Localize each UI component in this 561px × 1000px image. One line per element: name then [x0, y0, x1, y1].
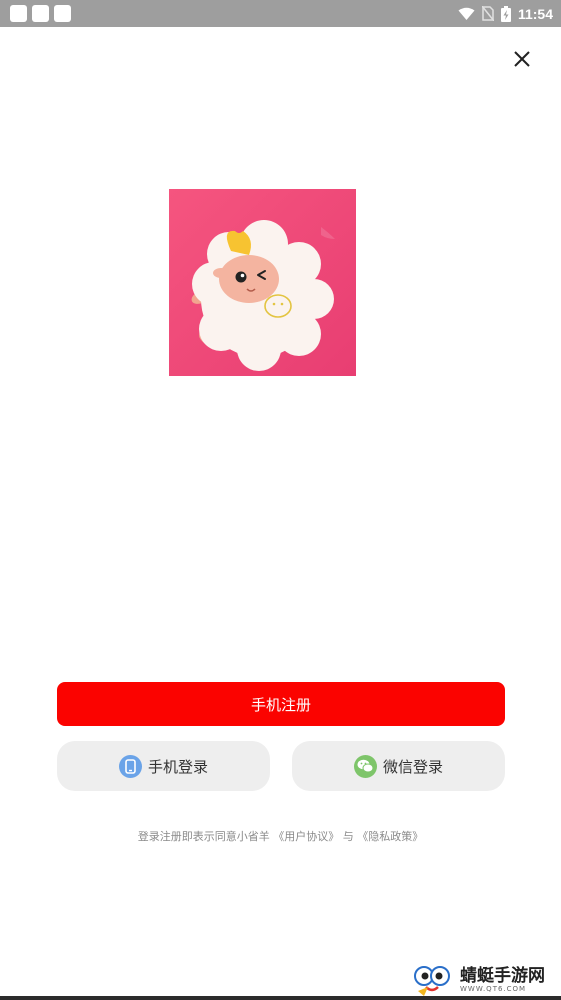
wifi-icon — [458, 7, 475, 20]
watermark-url: WWW.QT6.COM — [460, 985, 527, 993]
phone-register-label: 手机注册 — [250, 695, 311, 714]
no-sim-icon — [481, 6, 494, 21]
phone-login-button[interactable]: 手机登录 — [57, 741, 270, 791]
notification-icon — [54, 5, 71, 22]
wechat-icon — [353, 754, 377, 778]
privacy-policy-link[interactable]: 《隐私政策》 — [357, 830, 423, 843]
user-agreement-link[interactable]: 《用户协议》 — [273, 830, 339, 843]
wechat-login-button[interactable]: 微信登录 — [292, 741, 505, 791]
wechat-login-label: 微信登录 — [382, 757, 443, 776]
agreement-conjunction: 与 — [342, 830, 354, 843]
sheep-app-logo — [169, 189, 356, 376]
agreement-prefix: 登录注册即表示同意小省羊 — [137, 830, 270, 843]
notification-icon — [32, 5, 49, 22]
watermark: 蜻蜓手游网 WWW.QT6.COM — [412, 962, 560, 998]
close-icon — [514, 51, 530, 67]
status-time: 11:54 — [517, 5, 553, 22]
notification-icon — [10, 5, 27, 22]
phone-icon — [118, 754, 142, 778]
status-bar: 11:54 — [0, 0, 561, 27]
phone-register-button[interactable]: 手机注册 — [57, 682, 505, 726]
phone-login-label: 手机登录 — [147, 757, 208, 776]
dragonfly-logo-icon — [414, 966, 450, 996]
battery-charging-icon — [500, 5, 511, 22]
close-button[interactable] — [510, 47, 534, 71]
bottom-edge — [0, 996, 561, 1000]
agreement-text: 登录注册即表示同意小省羊 《用户协议》 与 《隐私政策》 — [0, 828, 561, 844]
watermark-title: 蜻蜓手游网 — [460, 966, 545, 986]
